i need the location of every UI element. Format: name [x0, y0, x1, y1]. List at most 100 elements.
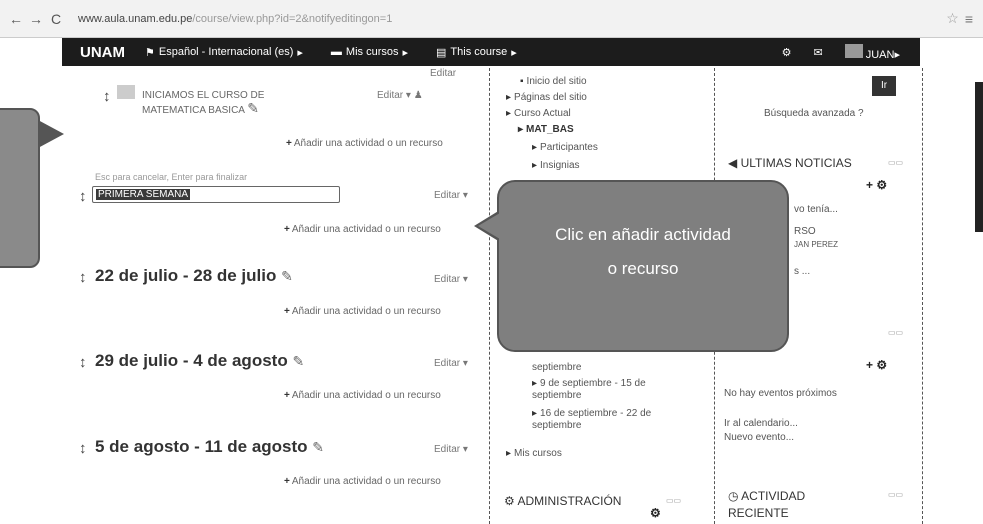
- add-activity-label: Añadir una actividad o un recurso: [293, 138, 443, 149]
- folder-icon: ▸: [532, 160, 538, 171]
- nav-item-week[interactable]: ▸ 9 de septiembre - 15 de septiembre: [532, 378, 682, 402]
- move-icon[interactable]: ↕: [79, 188, 87, 205]
- dock-icon[interactable]: ▭▭: [666, 496, 681, 505]
- nav-item-label: Curso Actual: [514, 108, 571, 119]
- book-icon: ▤: [436, 46, 447, 59]
- add-activity-link[interactable]: + Añadir una actividad o un recurso: [284, 476, 441, 487]
- admin-title-text: ADMINISTRACIÓN: [517, 494, 622, 508]
- add-activity-label: Añadir una actividad o un recurso: [291, 306, 441, 317]
- advanced-search-link[interactable]: Búsqueda avanzada ?: [764, 108, 864, 119]
- nav-item-label: MAT_BAS: [526, 124, 574, 135]
- edit-hint: Esc para cancelar, Enter para finalizar: [95, 172, 248, 182]
- help-icon: ?: [857, 108, 864, 119]
- news-snippet[interactable]: s ...: [794, 266, 810, 277]
- edit-menu[interactable]: Editar ▾: [434, 444, 468, 455]
- add-activity-label: Añadir una actividad o un recurso: [291, 390, 441, 401]
- page-icon: ▪: [520, 76, 524, 87]
- section-name-input[interactable]: PRIMERA SEMANA: [92, 186, 340, 203]
- edit-label: Editar: [434, 274, 461, 285]
- dock-icon[interactable]: ▭▭: [888, 490, 903, 499]
- edit-pencil-icon[interactable]: ✎: [312, 439, 324, 455]
- column-divider: [922, 68, 923, 524]
- folder-icon: ▸: [532, 142, 538, 153]
- nav-item-september[interactable]: septiembre: [532, 362, 581, 373]
- address-bar[interactable]: www.aula.unam.edu.pe/course/view.php?id=…: [78, 13, 946, 25]
- edit-pencil-icon[interactable]: ✎: [247, 100, 259, 116]
- nav-item-home[interactable]: ▪ Inicio del sitio: [520, 76, 587, 87]
- messages-icon[interactable]: ✉: [814, 46, 823, 59]
- dock-icon[interactable]: ▭▭: [888, 328, 903, 337]
- language-menu[interactable]: ⚑ Español - Internacional (es) ▸: [145, 46, 303, 59]
- add-gear-icon[interactable]: + ⚙: [866, 178, 887, 192]
- add-gear-icon[interactable]: + ⚙: [866, 358, 887, 372]
- news-snippet[interactable]: vo tenía...: [794, 204, 838, 215]
- add-activity-link[interactable]: + Añadir una actividad o un recurso: [284, 224, 441, 235]
- bookmark-star-icon[interactable]: ☆: [946, 10, 959, 27]
- nav-item-current-course[interactable]: ▸ Curso Actual: [506, 108, 571, 119]
- callout-line-2: o recurso: [607, 259, 679, 278]
- folder-icon: ▸: [506, 448, 512, 459]
- search-go-button[interactable]: Ir: [872, 76, 896, 96]
- edit-menu[interactable]: Editar ▾: [434, 190, 468, 201]
- nav-item-site-pages[interactable]: ▸ Páginas del sitio: [506, 92, 587, 103]
- back-icon[interactable]: ←: [8, 11, 24, 27]
- admin-block-title: ⚙ ADMINISTRACIÓN: [504, 494, 621, 508]
- clock-icon: ◷: [728, 489, 739, 503]
- megaphone-icon: ◀: [728, 156, 738, 170]
- news-block-title: ◀ ULTIMAS NOTICIAS: [728, 156, 852, 170]
- edit-menu[interactable]: Editar ▾: [434, 274, 468, 285]
- calendar-link[interactable]: Ir al calendario...: [724, 418, 798, 429]
- nav-item-badges[interactable]: ▸ Insignias: [532, 160, 580, 171]
- edit-menu[interactable]: Editar ▾ ♟: [377, 90, 423, 101]
- nav-item-my-courses[interactable]: ▸ Mis cursos: [506, 448, 562, 459]
- nav-item-label: Participantes: [540, 142, 598, 153]
- section-title: 22 de julio - 28 de julio ✎: [95, 266, 293, 286]
- edit-label: Editar: [434, 190, 461, 201]
- chevron-right-icon: ▸: [894, 48, 900, 61]
- section-title-text: 22 de julio - 28 de julio: [95, 266, 277, 285]
- add-activity-link[interactable]: + Añadir una actividad o un recurso: [284, 390, 441, 401]
- gear-icon[interactable]: ⚙: [650, 506, 661, 520]
- new-event-link[interactable]: Nuevo evento...: [724, 432, 794, 443]
- left-callout: [0, 108, 40, 268]
- edit-menu[interactable]: Editar: [430, 68, 456, 79]
- intro-label: INICIAMOS EL CURSO DE MATEMATICA BASICA …: [142, 90, 292, 117]
- move-icon[interactable]: ↕: [79, 354, 87, 371]
- nav-item-label: 16 de septiembre - 22 de septiembre: [532, 408, 652, 431]
- mycourses-menu[interactable]: ▬ Mis cursos ▸: [331, 46, 408, 59]
- add-activity-link[interactable]: + Añadir una actividad o un recurso: [286, 138, 443, 149]
- dock-icon[interactable]: ▭▭: [888, 158, 903, 167]
- plus-icon: +: [286, 138, 292, 149]
- navbar-right: ⚙ ✉ JUAN▸: [782, 43, 900, 61]
- column-divider: [489, 68, 490, 524]
- plus-icon: +: [284, 390, 290, 401]
- user-menu[interactable]: JUAN▸: [844, 43, 900, 61]
- forward-icon[interactable]: →: [28, 11, 44, 27]
- folder-icon: ▸: [506, 108, 512, 119]
- reload-icon[interactable]: C: [48, 11, 64, 27]
- gears-icon: ⚙: [504, 494, 515, 508]
- edit-pencil-icon[interactable]: ✎: [292, 353, 304, 369]
- move-icon[interactable]: ↕: [79, 440, 87, 457]
- browser-menu-icon[interactable]: ≡: [965, 11, 973, 27]
- move-icon[interactable]: ↕: [79, 269, 87, 286]
- nav-item-participants[interactable]: ▸ Participantes: [532, 142, 598, 153]
- section-name-value: PRIMERA SEMANA: [96, 189, 191, 200]
- scrollbar[interactable]: [975, 82, 983, 232]
- no-events-text: No hay eventos próximos: [724, 388, 837, 399]
- edit-pencil-icon[interactable]: ✎: [281, 268, 293, 284]
- nav-item-course[interactable]: ▸ MAT_BAS: [518, 124, 574, 135]
- add-activity-link[interactable]: + Añadir una actividad o un recurso: [284, 306, 441, 317]
- user-icon: ♟: [413, 90, 423, 101]
- move-icon[interactable]: ↕: [103, 88, 111, 105]
- settings-icon[interactable]: ⚙: [782, 46, 792, 59]
- user-name: JUAN: [865, 48, 895, 61]
- nav-item-week[interactable]: ▸ 16 de septiembre - 22 de septiembre: [532, 408, 682, 432]
- site-brand[interactable]: UNAM: [80, 44, 125, 61]
- edit-menu[interactable]: Editar ▾: [434, 358, 468, 369]
- thiscourse-menu[interactable]: ▤ This course ▸: [436, 46, 517, 59]
- section-title: 29 de julio - 4 de agosto ✎: [95, 351, 304, 371]
- site-navbar: UNAM ⚑ Español - Internacional (es) ▸ ▬ …: [62, 38, 920, 66]
- add-activity-label: Añadir una actividad o un recurso: [291, 476, 441, 487]
- news-snippet: RSO: [794, 226, 816, 237]
